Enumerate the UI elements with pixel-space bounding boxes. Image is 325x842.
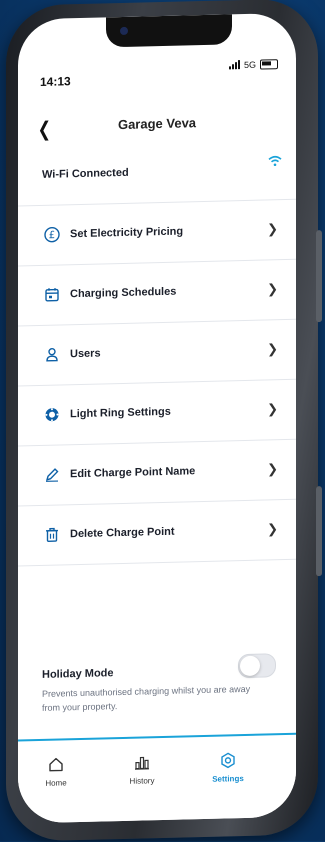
pencil-icon <box>44 466 60 482</box>
volume-button <box>316 230 322 322</box>
tab-history[interactable]: History <box>112 754 172 786</box>
camera-icon <box>120 27 128 35</box>
home-icon <box>48 756 64 772</box>
chevron-right-icon: ❯ <box>267 401 278 417</box>
wifi-icon <box>268 155 282 170</box>
holiday-mode-section: Holiday Mode Prevents unauthorised charg… <box>42 663 282 715</box>
chevron-right-icon: ❯ <box>267 341 278 357</box>
menu-item-light-ring-settings[interactable]: Light Ring Settings ❯ <box>18 379 296 447</box>
notch <box>106 14 232 47</box>
chevron-right-icon: ❯ <box>267 281 278 297</box>
tab-label: Settings <box>212 774 244 784</box>
menu-item-label: Set Electricity Pricing <box>70 225 183 240</box>
chevron-right-icon: ❯ <box>267 461 278 477</box>
wifi-status-label: Wi-Fi Connected <box>42 167 129 181</box>
menu-item-label: Charging Schedules <box>70 286 176 301</box>
tab-settings[interactable]: Settings <box>198 752 258 784</box>
menu-item-label: Edit Charge Point Name <box>70 465 195 480</box>
power-button <box>316 486 322 576</box>
tab-label: Home <box>45 778 66 788</box>
battery-icon <box>260 59 278 69</box>
settings-icon <box>220 752 236 768</box>
menu-item-edit-charge-point-name[interactable]: Edit Charge Point Name ❯ <box>18 439 296 507</box>
phone-frame: 14:13 5G ❮ Garage Veva Wi-Fi Connected £… <box>6 0 318 842</box>
user-icon <box>44 346 60 362</box>
menu-item-set-electricity-pricing[interactable]: £ Set Electricity Pricing ❯ <box>18 199 296 267</box>
menu-item-label: Delete Charge Point <box>70 526 175 541</box>
signal-icon <box>229 61 240 69</box>
bar-chart-icon <box>134 754 150 770</box>
tab-label: History <box>130 776 155 786</box>
tab-home[interactable]: Home <box>26 756 86 788</box>
holiday-mode-description: Prevents unauthorised charging whilst yo… <box>42 681 267 714</box>
status-bar: 14:13 5G <box>18 53 296 78</box>
pound-icon: £ <box>44 226 60 242</box>
svg-text:£: £ <box>49 230 55 241</box>
page-title: Garage Veva <box>18 113 296 135</box>
status-time: 14:13 <box>40 74 71 89</box>
holiday-mode-toggle[interactable] <box>238 653 276 678</box>
bottom-tab-bar: Home History Settings <box>18 733 296 824</box>
toggle-knob <box>240 656 260 676</box>
menu-item-delete-charge-point[interactable]: Delete Charge Point ❯ <box>18 499 296 567</box>
chevron-right-icon: ❯ <box>267 521 278 537</box>
status-indicators: 5G <box>229 59 278 70</box>
calendar-icon <box>44 286 60 302</box>
menu-item-users[interactable]: Users ❯ <box>18 319 296 387</box>
menu-item-label: Light Ring Settings <box>70 406 171 420</box>
menu-item-charging-schedules[interactable]: Charging Schedules ❯ <box>18 259 296 327</box>
network-label: 5G <box>244 60 256 70</box>
phone-screen: 14:13 5G ❮ Garage Veva Wi-Fi Connected £… <box>18 13 296 824</box>
wifi-status-row: Wi-Fi Connected <box>18 139 296 207</box>
light-ring-icon <box>44 406 60 422</box>
menu-item-label: Users <box>70 348 101 361</box>
trash-icon <box>44 526 60 542</box>
chevron-right-icon: ❯ <box>267 221 278 237</box>
page-header: ❮ Garage Veva <box>18 101 296 138</box>
